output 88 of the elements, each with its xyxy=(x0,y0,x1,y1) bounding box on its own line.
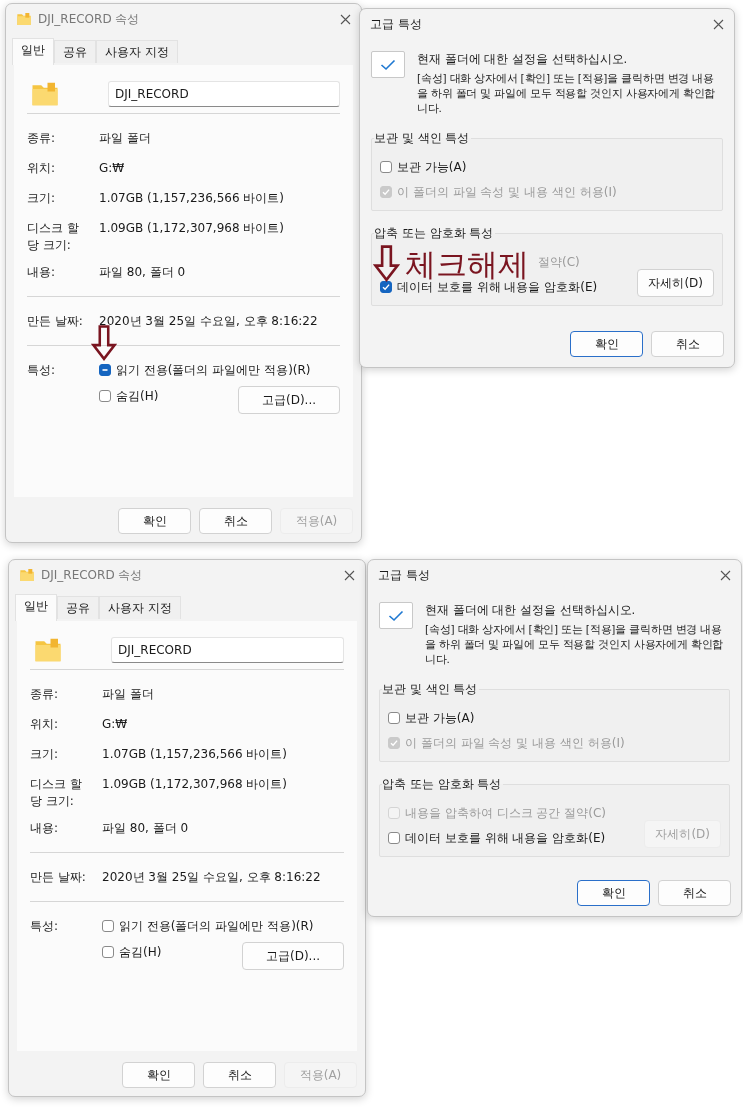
field-value: 1.07GB (1,157,236,566 바이트) xyxy=(99,190,286,207)
field-label: 만든 날짜: xyxy=(27,313,84,330)
field-value: 2020년 3월 25일 수요일, 오후 8:16:22 xyxy=(99,313,319,330)
folder-icon xyxy=(19,567,35,583)
field-label: 크기: xyxy=(27,190,57,207)
dialog-button[interactable]: 확인 xyxy=(570,331,643,357)
field-value: 파일 80, 폴더 0 xyxy=(102,820,190,837)
checkbox-label: 이 폴더의 파일 속성 및 내용 색인 허용(I) xyxy=(405,734,625,752)
checkbox[interactable] xyxy=(102,920,114,932)
checkbox[interactable] xyxy=(102,946,114,958)
tab[interactable]: 일반 xyxy=(15,594,57,621)
close-icon[interactable] xyxy=(340,13,351,25)
instruction-text: 현재 폴더에 대한 설정을 선택하십시오. xyxy=(425,602,637,618)
field-label: 내용: xyxy=(27,264,57,281)
close-icon[interactable] xyxy=(720,569,731,581)
checkbox-label: 읽기 전용(폴더의 파일에만 적용)(R) xyxy=(119,917,314,935)
close-icon[interactable] xyxy=(713,18,724,30)
close-icon[interactable] xyxy=(344,569,355,581)
field-label: 특성: xyxy=(27,362,57,379)
field-value: 파일 폴더 xyxy=(99,130,152,147)
field-label: 내용: xyxy=(30,820,60,837)
dialog-button[interactable]: 취소 xyxy=(199,508,272,534)
checkbox[interactable] xyxy=(99,364,111,376)
checkbox-label: 내용을 압축하여 디스크 공간 절약(C) xyxy=(405,804,606,822)
field-value: G:₩ xyxy=(102,716,129,733)
checkbox[interactable] xyxy=(388,832,400,844)
field-label: 종류: xyxy=(30,686,60,703)
group-title: 압축 또는 암호화 특성 xyxy=(382,776,503,793)
field-value: 2020년 3월 25일 수요일, 오후 8:16:22 xyxy=(102,869,322,886)
description-text: [속성] 대화 상자에서 [확인] 또는 [적용]을 클릭하면 변경 내용을 하위 폴더 및 파일에 모두 적용할 것인지 사용자에게 확인합니다. xyxy=(425,622,725,667)
field-value: 파일 폴더 xyxy=(102,686,155,703)
field-label: 특성: xyxy=(30,918,60,935)
field-label: 디스크 할당 크기: xyxy=(30,776,83,810)
window-title: DJI_RECORD 속성 xyxy=(38,10,141,28)
dialog-button[interactable]: 확인 xyxy=(122,1062,195,1088)
description-text: [속성] 대화 상자에서 [확인] 또는 [적용]을 클릭하면 변경 내용을 하위 폴더 및 파일에 모두 적용할 것인지 사용자에게 확인합니다. xyxy=(417,71,717,116)
checkbox-label: 보관 가능(A) xyxy=(405,709,475,727)
checkbox-label: 데이터 보호를 위해 내용을 암호화(E) xyxy=(405,829,606,847)
window-title: DJI_RECORD 속성 xyxy=(41,566,144,584)
checkbox[interactable] xyxy=(99,390,111,402)
checkmark-icon xyxy=(371,51,405,78)
group-title: 압축 또는 암호화 특성 xyxy=(374,225,495,242)
name-field[interactable]: DJI_RECORD xyxy=(111,637,344,663)
instruction-text: 현재 폴더에 대한 설정을 선택하십시오. xyxy=(417,51,629,67)
checkmark-icon xyxy=(379,602,413,629)
field-label: 위치: xyxy=(27,160,57,177)
checkbox-label: 읽기 전용(폴더의 파일에만 적용)(R) xyxy=(116,361,311,379)
dialog-button[interactable]: 취소 xyxy=(203,1062,276,1088)
tab[interactable]: 공유 xyxy=(57,596,99,619)
field-label: 종류: xyxy=(27,130,57,147)
checkbox-label: 숨김(H) xyxy=(116,387,159,405)
field-label: 디스크 할당 크기: xyxy=(27,220,80,254)
checkbox-label: 숨김(H) xyxy=(119,943,162,961)
checkbox[interactable] xyxy=(380,161,392,173)
name-field[interactable]: DJI_RECORD xyxy=(108,81,340,107)
window-title: 고급 특성 xyxy=(378,566,431,584)
annotation-text: 체크해제 xyxy=(405,249,529,280)
field-value: 1.09GB (1,172,307,968 바이트) xyxy=(102,776,289,793)
field-label: 만든 날짜: xyxy=(30,869,87,886)
field-label: 위치: xyxy=(30,716,60,733)
checkbox[interactable] xyxy=(380,281,392,293)
group-title: 보관 및 색인 특성 xyxy=(382,681,479,698)
folder-icon xyxy=(16,11,32,27)
window-title: 고급 특성 xyxy=(370,15,423,33)
dialog-button[interactable]: 취소 xyxy=(651,331,724,357)
tab[interactable]: 사용자 지정 xyxy=(96,40,178,63)
dialog-button[interactable]: 취소 xyxy=(658,880,731,906)
field-value: 1.09GB (1,172,307,968 바이트) xyxy=(99,220,286,237)
tab[interactable]: 사용자 지정 xyxy=(99,596,181,619)
field-label: 크기: xyxy=(30,746,60,763)
tab[interactable]: 공유 xyxy=(54,40,96,63)
checkbox-label: 보관 가능(A) xyxy=(397,158,467,176)
checkbox-label: 이 폴더의 파일 속성 및 내용 색인 허용(I) xyxy=(397,183,617,201)
down-arrow-icon xyxy=(91,325,117,361)
details-button[interactable]: 자세히(D) xyxy=(637,269,714,297)
checkbox-label: 절약(C) xyxy=(538,253,581,271)
field-value: 1.07GB (1,157,236,566 바이트) xyxy=(102,746,289,763)
tab[interactable]: 일반 xyxy=(12,38,54,65)
dialog-button[interactable]: 확인 xyxy=(118,508,191,534)
field-value: 파일 80, 폴더 0 xyxy=(99,264,187,281)
dialog-button[interactable]: 확인 xyxy=(577,880,650,906)
group-title: 보관 및 색인 특성 xyxy=(374,130,471,147)
checkbox-label: 데이터 보호를 위해 내용을 암호화(E) xyxy=(397,279,598,296)
checkbox[interactable] xyxy=(388,712,400,724)
advanced-button[interactable]: 고급(D)... xyxy=(238,386,340,414)
advanced-button[interactable]: 고급(D)... xyxy=(242,942,344,970)
field-value: G:₩ xyxy=(99,160,126,177)
down-arrow-icon xyxy=(373,245,400,282)
